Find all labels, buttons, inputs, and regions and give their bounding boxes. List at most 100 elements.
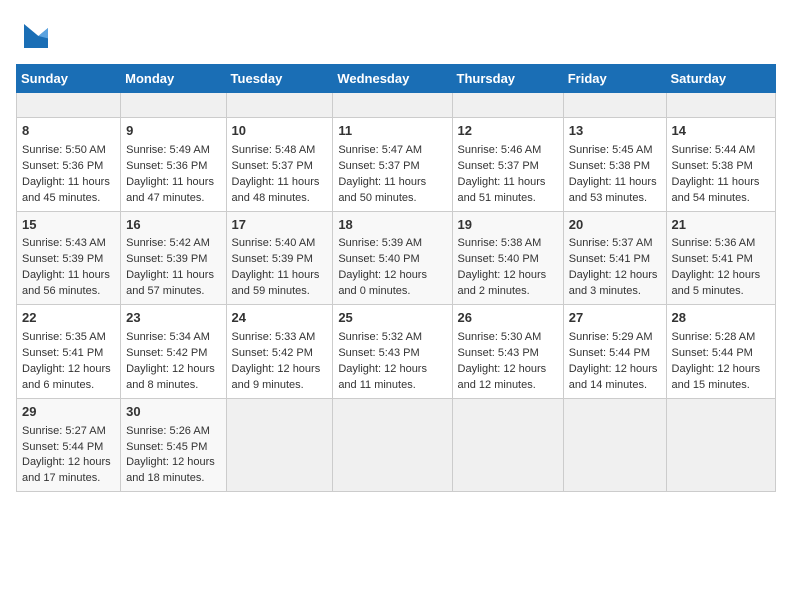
col-header-sunday: Sunday: [17, 65, 121, 93]
logo-icon: [16, 16, 56, 56]
calendar-cell: [226, 93, 333, 118]
day-number: 26: [458, 309, 558, 328]
calendar-cell: 17 Sunrise: 5:40 AM Sunset: 5:39 PM Dayligh…: [226, 211, 333, 305]
day-number: 14: [672, 122, 770, 141]
sunrise-text: Sunrise: 5:26 AM: [126, 425, 210, 437]
calendar-cell: [563, 93, 666, 118]
col-header-saturday: Saturday: [666, 65, 775, 93]
sunrise-text: Sunrise: 5:34 AM: [126, 331, 210, 343]
sunrise-text: Sunrise: 5:35 AM: [22, 331, 106, 343]
sunset-text: Sunset: 5:41 PM: [569, 253, 650, 265]
day-number: 23: [126, 309, 220, 328]
sunset-text: Sunset: 5:39 PM: [232, 253, 313, 265]
calendar-cell: 29Sunrise: 5:27 AMSunset: 5:44 PMDayligh…: [17, 398, 121, 492]
sunset-text: Sunset: 5:36 PM: [126, 160, 207, 172]
calendar-cell: 23Sunrise: 5:34 AMSunset: 5:42 PMDayligh…: [121, 305, 226, 399]
daylight-text: Daylight: 11 hours and 57 minutes.: [126, 269, 214, 297]
sunset-text: Sunset: 5:37 PM: [458, 160, 539, 172]
col-header-thursday: Thursday: [452, 65, 563, 93]
sunset-text: Sunset: 5:42 PM: [126, 347, 207, 359]
day-number: 12: [458, 122, 558, 141]
sunset-text: Sunset: 5:40 PM: [458, 253, 539, 265]
daylight-text: Daylight: 11 hours and 48 minutes.: [232, 176, 320, 204]
sunrise-text: Sunrise: 5:43 AM: [22, 237, 106, 249]
calendar-cell: 24Sunrise: 5:33 AMSunset: 5:42 PMDayligh…: [226, 305, 333, 399]
day-number: 10: [232, 122, 328, 141]
daylight-text: Daylight: 11 hours and 50 minutes.: [338, 176, 426, 204]
sunrise-text: Sunrise: 5:28 AM: [672, 331, 756, 343]
calendar-row-5: 29Sunrise: 5:27 AMSunset: 5:44 PMDayligh…: [17, 398, 776, 492]
sunrise-text: Sunrise: 5:50 AM: [22, 144, 106, 156]
sunrise-text: Sunrise: 5:46 AM: [458, 144, 542, 156]
calendar-row-3: 15 Sunrise: 5:43 AM Sunset: 5:39 PM Dayligh…: [17, 211, 776, 305]
calendar-cell: 18Sunrise: 5:39 AMSunset: 5:40 PMDayligh…: [333, 211, 452, 305]
day-number: 28: [672, 309, 770, 328]
day-number: 8: [22, 122, 115, 141]
sunrise-text: Sunrise: 5:36 AM: [672, 237, 756, 249]
day-number: 11: [338, 122, 446, 141]
col-header-tuesday: Tuesday: [226, 65, 333, 93]
daylight-text: Daylight: 11 hours and 53 minutes.: [569, 176, 657, 204]
calendar-cell: [121, 93, 226, 118]
day-number: 17: [232, 216, 328, 235]
daylight-text: Daylight: 11 hours and 45 minutes.: [22, 176, 110, 204]
calendar-cell: [452, 398, 563, 492]
calendar-cell: [333, 398, 452, 492]
sunrise-text: Sunrise: 5:38 AM: [458, 237, 542, 249]
sunrise-text: Sunrise: 5:47 AM: [338, 144, 422, 156]
daylight-text: Daylight: 11 hours and 59 minutes.: [232, 269, 320, 297]
calendar-cell: [452, 93, 563, 118]
calendar-cell: 26Sunrise: 5:30 AMSunset: 5:43 PMDayligh…: [452, 305, 563, 399]
sunset-text: Sunset: 5:41 PM: [672, 253, 753, 265]
daylight-text: Daylight: 12 hours and 2 minutes.: [458, 269, 547, 297]
sunrise-text: Sunrise: 5:48 AM: [232, 144, 316, 156]
daylight-text: Daylight: 11 hours and 54 minutes.: [672, 176, 760, 204]
sunset-text: Sunset: 5:45 PM: [126, 441, 207, 453]
sunset-text: Sunset: 5:43 PM: [458, 347, 539, 359]
sunset-text: Sunset: 5:44 PM: [569, 347, 650, 359]
sunrise-text: Sunrise: 5:32 AM: [338, 331, 422, 343]
day-number: 24: [232, 309, 328, 328]
sunset-text: Sunset: 5:39 PM: [22, 253, 103, 265]
day-number: 9: [126, 122, 220, 141]
col-header-wednesday: Wednesday: [333, 65, 452, 93]
calendar-cell: 15Sunrise: 5:43 AMSunset: 5:39 PMDayligh…: [17, 211, 121, 305]
sunrise-text: Sunrise: 5:39 AM: [338, 237, 422, 249]
calendar-cell: 9Sunrise: 5:49 AMSunset: 5:36 PMDaylight…: [121, 117, 226, 211]
sunset-text: Sunset: 5:38 PM: [672, 160, 753, 172]
day-number: 19: [458, 216, 558, 235]
daylight-text: Daylight: 12 hours and 9 minutes.: [232, 363, 321, 391]
sunrise-text: Sunrise: 5:29 AM: [569, 331, 653, 343]
sunrise-text: Sunrise: 5:30 AM: [458, 331, 542, 343]
calendar-cell: 21Sunrise: 5:36 AMSunset: 5:41 PMDayligh…: [666, 211, 775, 305]
calendar-row-1: [17, 93, 776, 118]
col-header-monday: Monday: [121, 65, 226, 93]
sunset-text: Sunset: 5:39 PM: [126, 253, 207, 265]
calendar-cell: 20Sunrise: 5:37 AMSunset: 5:41 PMDayligh…: [563, 211, 666, 305]
day-number: 27: [569, 309, 661, 328]
calendar-cell: 19 Sunrise: 5:38 AM Sunset: 5:40 PM Dayligh…: [452, 211, 563, 305]
sunset-text: Sunset: 5:38 PM: [569, 160, 650, 172]
day-number: 22: [22, 309, 115, 328]
sunset-text: Sunset: 5:37 PM: [338, 160, 419, 172]
daylight-text: Daylight: 12 hours and 18 minutes.: [126, 456, 215, 484]
sunset-text: Sunset: 5:42 PM: [232, 347, 313, 359]
daylight-text: Daylight: 12 hours and 0 minutes.: [338, 269, 427, 297]
sunset-text: Sunset: 5:36 PM: [22, 160, 103, 172]
logo: [16, 16, 60, 56]
sunrise-text: Sunrise: 5:42 AM: [126, 237, 210, 249]
day-number: 29: [22, 403, 115, 422]
day-number: 18: [338, 216, 446, 235]
daylight-text: Daylight: 11 hours and 51 minutes.: [458, 176, 546, 204]
day-number: 13: [569, 122, 661, 141]
sunrise-text: Sunrise: 5:45 AM: [569, 144, 653, 156]
calendar-row-2: 8 Sunrise: 5:50 AM Sunset: 5:36 PM Daylight…: [17, 117, 776, 211]
day-number: 15: [22, 216, 115, 235]
calendar-cell: 22Sunrise: 5:35 AMSunset: 5:41 PMDayligh…: [17, 305, 121, 399]
daylight-text: Daylight: 12 hours and 14 minutes.: [569, 363, 658, 391]
sunrise-text: Sunrise: 5:27 AM: [22, 425, 106, 437]
calendar-cell: [563, 398, 666, 492]
sunrise-text: Sunrise: 5:40 AM: [232, 237, 316, 249]
day-number: 30: [126, 403, 220, 422]
daylight-text: Daylight: 12 hours and 15 minutes.: [672, 363, 761, 391]
